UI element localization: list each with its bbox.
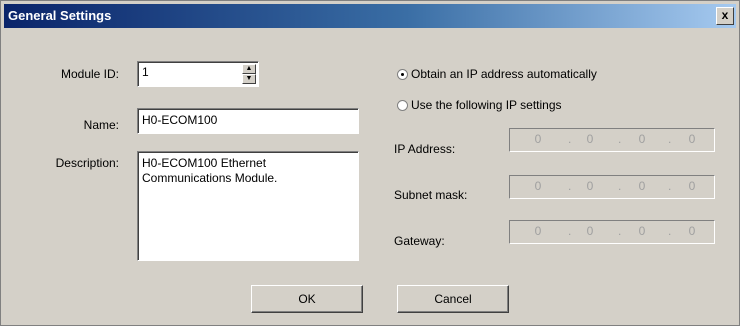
module-id-spinbox[interactable]: 1 ▲ ▼ bbox=[137, 61, 259, 87]
use-following-ip-label[interactable]: Use the following IP settings bbox=[411, 98, 562, 112]
name-input[interactable]: H0-ECOM100 bbox=[137, 108, 359, 134]
module-id-value: 1 bbox=[142, 65, 149, 79]
gateway-field[interactable]: 0 . 0 . 0 . 0 bbox=[509, 220, 715, 244]
ip-address-octet-2: 0 bbox=[586, 132, 594, 146]
obtain-ip-auto-label[interactable]: Obtain an IP address automatically bbox=[411, 67, 597, 81]
ip-separator: . bbox=[618, 179, 622, 193]
description-label: Description: bbox=[55, 156, 119, 170]
gateway-octet-1: 0 bbox=[534, 224, 542, 238]
spin-down-icon[interactable]: ▼ bbox=[242, 74, 256, 84]
ip-separator: . bbox=[618, 132, 622, 146]
gateway-octet-2: 0 bbox=[586, 224, 594, 238]
use-following-ip-radio[interactable] bbox=[397, 100, 408, 111]
title-bar[interactable]: General Settings x bbox=[4, 4, 736, 28]
gateway-label: Gateway: bbox=[394, 234, 445, 248]
cancel-button[interactable]: Cancel bbox=[397, 285, 509, 313]
ip-address-field[interactable]: 0 . 0 . 0 . 0 bbox=[509, 128, 715, 152]
gateway-octet-3: 0 bbox=[638, 224, 646, 238]
dialog-title: General Settings bbox=[8, 8, 112, 23]
subnet-mask-octet-1: 0 bbox=[534, 179, 542, 193]
ip-address-octet-3: 0 bbox=[638, 132, 646, 146]
close-icon: x bbox=[721, 8, 729, 22]
ip-separator: . bbox=[568, 179, 572, 193]
ip-separator: . bbox=[668, 179, 672, 193]
ip-address-octet-4: 0 bbox=[688, 132, 696, 146]
ip-separator: . bbox=[668, 132, 672, 146]
module-id-stepper[interactable]: ▲ ▼ bbox=[242, 64, 256, 84]
subnet-mask-field[interactable]: 0 . 0 . 0 . 0 bbox=[509, 175, 715, 199]
ok-button[interactable]: OK bbox=[251, 285, 363, 313]
ip-separator: . bbox=[618, 224, 622, 238]
name-label: Name: bbox=[83, 118, 119, 132]
subnet-mask-octet-4: 0 bbox=[688, 179, 696, 193]
obtain-ip-auto-radio[interactable] bbox=[397, 69, 408, 80]
ip-separator: . bbox=[568, 224, 572, 238]
subnet-mask-octet-3: 0 bbox=[638, 179, 646, 193]
gateway-octet-4: 0 bbox=[688, 224, 696, 238]
ip-address-octet-1: 0 bbox=[534, 132, 542, 146]
close-button[interactable]: x bbox=[716, 7, 734, 25]
description-value: H0-ECOM100 Ethernet Communications Modul… bbox=[142, 156, 278, 185]
spin-up-icon[interactable]: ▲ bbox=[242, 64, 256, 74]
ip-separator: . bbox=[668, 224, 672, 238]
subnet-mask-octet-2: 0 bbox=[586, 179, 594, 193]
name-value: H0-ECOM100 bbox=[142, 113, 218, 127]
ip-separator: . bbox=[568, 132, 572, 146]
description-textarea[interactable]: H0-ECOM100 Ethernet Communications Modul… bbox=[137, 151, 359, 261]
general-settings-dialog: General Settings x Module ID: 1 ▲ ▼ Name… bbox=[0, 0, 740, 326]
subnet-mask-label: Subnet mask: bbox=[394, 188, 468, 202]
module-id-label: Module ID: bbox=[60, 67, 119, 81]
ip-address-label: IP Address: bbox=[394, 142, 456, 156]
